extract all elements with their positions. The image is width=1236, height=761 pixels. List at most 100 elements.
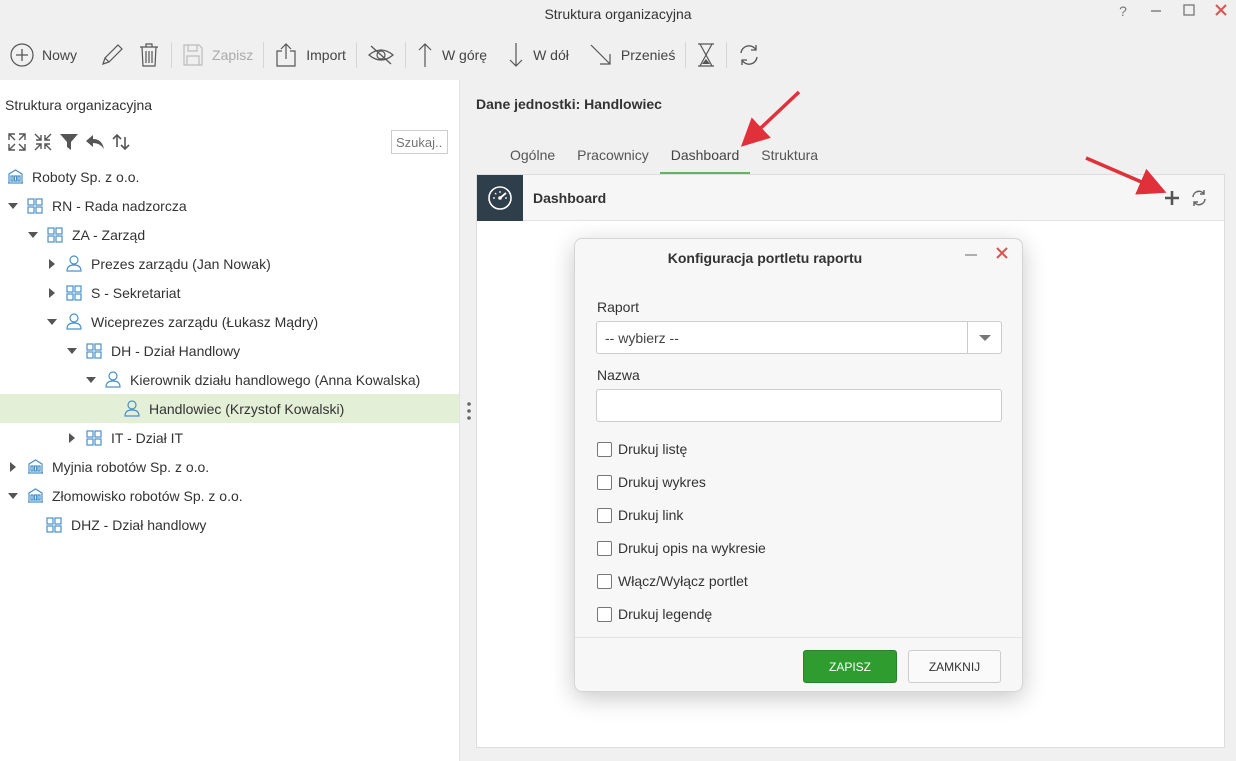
- checkbox[interactable]: [597, 507, 612, 523]
- hide-button[interactable]: [361, 35, 401, 75]
- caret-down-icon[interactable]: [45, 315, 59, 329]
- checkbox-print-legend[interactable]: Drukuj legendę: [597, 606, 712, 622]
- tab-structure[interactable]: Struktura: [750, 137, 829, 174]
- tree-node-unit[interactable]: ZA - Zarząd: [0, 220, 459, 249]
- org-tree-panel: Struktura organizacyjna Roboty Sp. z o.o…: [0, 80, 459, 761]
- refresh-icon: [740, 45, 758, 65]
- caret-right-icon[interactable]: [45, 286, 59, 300]
- tree-tools: [6, 131, 132, 153]
- plus-circle-icon: [10, 43, 34, 67]
- import-button-label: Import: [306, 47, 346, 63]
- toolbar-separator: [685, 42, 687, 68]
- report-select[interactable]: -- wybierz --: [596, 321, 1002, 354]
- tree-node-unit[interactable]: RN - Rada nadzorcza: [0, 191, 459, 220]
- org-unit-icon: [26, 197, 44, 215]
- tab-general[interactable]: Ogólne: [499, 137, 566, 174]
- caret-down-icon[interactable]: [6, 199, 20, 213]
- panel-splitter[interactable]: [459, 80, 477, 761]
- maximize-icon[interactable]: [1178, 3, 1200, 23]
- chevron-down-icon[interactable]: [967, 322, 1001, 353]
- tab-employees[interactable]: Pracownicy: [566, 137, 660, 174]
- move-button[interactable]: Przenieś: [583, 35, 681, 75]
- tree-node-person[interactable]: Wiceprezes zarządu (Łukasz Mądry): [0, 307, 459, 336]
- tree-node-unit[interactable]: S - Sekretariat: [0, 278, 459, 307]
- caret-right-icon[interactable]: [6, 460, 20, 474]
- save-button[interactable]: ZAPISZ: [803, 650, 897, 683]
- tree-node-label: Złomowisko robotów Sp. z o.o.: [52, 487, 243, 504]
- tab-dashboard[interactable]: Dashboard: [659, 137, 751, 174]
- refresh-button[interactable]: [731, 35, 767, 75]
- checkbox-label: Drukuj listę: [618, 441, 688, 457]
- save-button[interactable]: Zapisz: [176, 35, 259, 75]
- undo-icon[interactable]: [84, 131, 106, 153]
- checkbox-label: Drukuj wykres: [618, 474, 706, 490]
- checkbox-print-list[interactable]: Drukuj listę: [597, 441, 687, 457]
- floppy-disk-icon: [183, 44, 203, 66]
- delete-button[interactable]: [131, 35, 167, 75]
- move-up-button[interactable]: W górę: [410, 35, 493, 75]
- checkbox[interactable]: [597, 474, 612, 490]
- tree-node-person[interactable]: Kierownik działu handlowego (Anna Kowals…: [0, 365, 459, 394]
- sync-icon[interactable]: [110, 131, 132, 153]
- caret-down-icon[interactable]: [65, 344, 79, 358]
- move-down-button[interactable]: W dół: [501, 35, 575, 75]
- checkbox-toggle-portlet[interactable]: Włącz/Wyłącz portlet: [597, 573, 748, 589]
- history-button[interactable]: [690, 35, 722, 75]
- checkbox-print-chart[interactable]: Drukuj wykres: [597, 474, 706, 490]
- annotation-arrow: [740, 90, 801, 147]
- drag-handle-icon[interactable]: [467, 401, 471, 421]
- tree-node-label: Myjnia robotów Sp. z o.o.: [52, 458, 210, 475]
- tree-node-company[interactable]: Myjnia robotów Sp. z o.o.: [0, 452, 459, 481]
- edit-button[interactable]: [93, 35, 131, 75]
- tree-node-unit[interactable]: DH - Dział Handlowy: [0, 336, 459, 365]
- checkbox-print-chart-description[interactable]: Drukuj opis na wykresie: [597, 540, 766, 556]
- unit-tabs: Ogólne Pracownicy Dashboard Struktura: [499, 137, 829, 174]
- caret-right-icon[interactable]: [65, 431, 79, 445]
- dialog-footer: ZAPISZ ZAMKNIJ: [575, 637, 1022, 691]
- checkbox[interactable]: [597, 573, 612, 589]
- checkbox-label: Drukuj opis na wykresie: [618, 540, 766, 556]
- new-button[interactable]: Nowy: [4, 35, 83, 75]
- toolbar-separator: [355, 42, 357, 68]
- import-button[interactable]: Import: [268, 35, 352, 75]
- add-portlet-icon[interactable]: [1163, 189, 1181, 207]
- checkbox-print-link[interactable]: Drukuj link: [597, 507, 683, 523]
- refresh-icon[interactable]: [1190, 189, 1208, 207]
- tree-node-unit[interactable]: DHZ - Dział handlowy: [0, 510, 459, 539]
- tree-node-company[interactable]: Złomowisko robotów Sp. z o.o.: [0, 481, 459, 510]
- dialog-title: Konfiguracja portletu raportu: [667, 250, 863, 266]
- close-icon[interactable]: [995, 244, 1009, 265]
- collapse-all-icon[interactable]: [32, 131, 54, 153]
- toolbar: Nowy Zapisz Import W górę W dół Przenieś: [0, 30, 1236, 80]
- help-icon[interactable]: ?: [1112, 3, 1134, 23]
- tree-node-person[interactable]: Prezes zarządu (Jan Nowak): [0, 249, 459, 278]
- eye-slash-icon: [367, 45, 394, 65]
- checkbox[interactable]: [597, 606, 612, 622]
- close-icon[interactable]: [1210, 3, 1232, 23]
- dashboard-title: Dashboard: [533, 190, 607, 206]
- org-unit-icon: [65, 284, 83, 302]
- minimize-icon[interactable]: [1145, 3, 1167, 23]
- caret-down-icon[interactable]: [6, 489, 20, 503]
- arrow-up-icon: [418, 43, 432, 67]
- minimize-icon[interactable]: [964, 244, 978, 265]
- caret-right-icon[interactable]: [45, 257, 59, 271]
- checkbox[interactable]: [597, 540, 612, 556]
- tree-node-unit[interactable]: IT - Dział IT: [0, 423, 459, 452]
- tree-node-person-selected[interactable]: Handlowiec (Krzystof Kowalski): [0, 394, 459, 423]
- org-unit-icon: [85, 342, 103, 360]
- arrow-diagonal-icon: [590, 44, 611, 65]
- name-field[interactable]: [596, 389, 1002, 422]
- close-button[interactable]: ZAMKNIJ: [908, 650, 1001, 683]
- caret-down-icon[interactable]: [26, 228, 40, 242]
- move-up-button-label: W górę: [441, 47, 488, 63]
- expand-all-icon[interactable]: [6, 131, 28, 153]
- tree-node-company[interactable]: Roboty Sp. z o.o.: [0, 162, 459, 191]
- window-title: Struktura organizacyjna: [544, 6, 692, 22]
- filter-icon[interactable]: [58, 131, 80, 153]
- checkbox[interactable]: [597, 441, 612, 457]
- trash-icon: [140, 43, 159, 67]
- report-label: Raport: [597, 299, 640, 315]
- tree-search-input[interactable]: [391, 130, 448, 154]
- caret-down-icon[interactable]: [84, 373, 98, 387]
